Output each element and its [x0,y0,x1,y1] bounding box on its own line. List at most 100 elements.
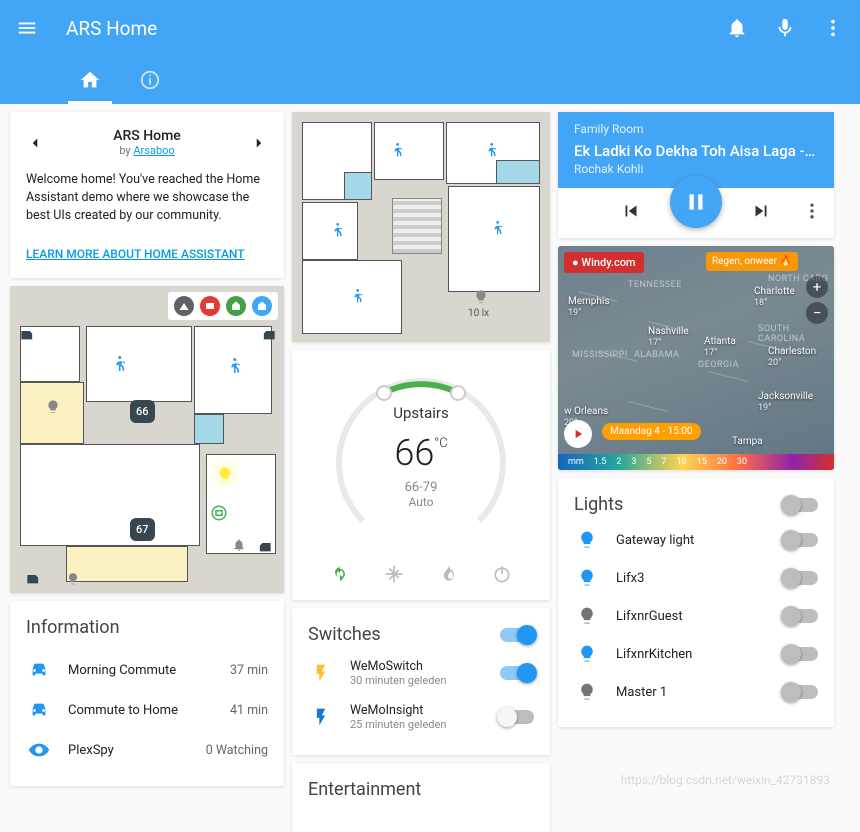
map-city: Charlotte18° [754,286,795,309]
floorplan-upper-card[interactable]: 10 lx [292,112,550,342]
flash-icon [308,663,334,683]
info-row: PlexSpy 0 Watching [26,730,268,770]
info-label: PlexSpy [68,743,190,758]
prev-track-icon[interactable] [620,200,642,226]
light-toggle[interactable] [784,609,818,623]
switch-sub: 30 minuten geleden [350,674,484,687]
zoom-in-icon[interactable]: + [806,276,828,298]
badge-mountain-icon[interactable] [174,296,194,316]
floorplan-lower-card[interactable]: 66 67 [10,286,284,593]
light-row: Master 1 [574,673,818,711]
light-row: Gateway light [574,521,818,559]
windy-time-chip[interactable]: Maandag 4 - 15:00 [602,423,701,440]
lux-label: 10 lx [468,308,489,319]
next-track-icon[interactable] [750,200,772,226]
thermostat-card[interactable]: Upstairs 66°C 66-79 Auto [292,350,550,600]
stairs [392,198,442,254]
car-icon [26,659,52,681]
switch-name: WeMoInsight [350,703,484,718]
hvac-cool-icon[interactable] [384,564,404,588]
chevron-right-icon[interactable] [250,134,268,152]
windy-play-icon[interactable] [564,420,592,448]
more-icon[interactable] [822,17,844,39]
light-toggle[interactable] [784,685,818,699]
camera-icon-2[interactable] [258,326,278,346]
app-bar: ARS Home [0,0,860,56]
light-toggle[interactable] [784,571,818,585]
bulb-grey-icon-2[interactable] [64,570,82,588]
thermo-zone: Upstairs [326,404,516,422]
switch-all-toggle[interactable] [500,628,534,642]
switch-sub: 25 minuten geleden [350,718,484,731]
bell-icon[interactable] [726,17,748,39]
entertainment-card: Entertainment [292,763,550,832]
info-value: 37 min [230,663,268,678]
switch-toggle[interactable] [500,666,534,680]
tab-home[interactable] [60,56,120,104]
entertainment-title: Entertainment [308,779,534,800]
light-toggle[interactable] [784,647,818,661]
map-state: TENNESSEE [628,280,682,290]
windy-card[interactable]: TENNESSEENORTH CAROSOUTH CAROLINAALABAMA… [558,246,834,470]
switches-title: Switches [308,624,381,645]
hvac-off-icon[interactable] [492,564,512,588]
bulb-grey-icon[interactable] [472,288,490,306]
light-row: LifxnrGuest [574,597,818,635]
main-grid: ARS Home by Arsaboo Welcome home! You've… [0,104,860,832]
lightbulb-icon [574,606,600,626]
info-title: Information [26,617,268,638]
windy-layer-pill[interactable]: Regen, onweer 🔥 [706,252,798,271]
bulb-grey-icon[interactable] [44,398,62,416]
hvac-auto-icon[interactable] [330,564,350,588]
lightbulb-icon [574,530,600,550]
intro-title: ARS Home [113,128,181,144]
camera-icon-4[interactable] [254,538,274,558]
chevron-left-icon[interactable] [26,134,44,152]
lights-card: Lights Gateway lightLifx3LifxnrGuestLifx… [558,478,834,727]
media-more-icon[interactable] [802,201,822,225]
zoom-out-icon[interactable]: − [806,302,828,324]
windy-brand: ● Windy.com [564,252,644,273]
camera-icon[interactable] [18,326,38,346]
switch-toggle[interactable] [500,710,534,724]
motion-icon [482,142,500,160]
watermark: https://blog.csdn.net/weixin_42731893 [621,773,830,787]
cast-icon[interactable] [210,504,228,522]
intro-card: ARS Home by Arsaboo Welcome home! You've… [10,112,284,278]
thermostat-pill-1[interactable]: 66 [130,400,155,423]
badge-home2-icon[interactable] [252,296,272,316]
pause-button[interactable] [670,176,722,228]
light-label: Gateway light [616,533,768,548]
media-room: Family Room [574,122,818,136]
flash-icon [308,707,334,727]
mic-icon[interactable] [774,17,796,39]
info-label: Morning Commute [68,663,214,678]
light-label: LifxnrKitchen [616,647,768,662]
menu-icon[interactable] [16,17,38,39]
camera-icon-3[interactable] [24,570,44,590]
car-icon [26,699,52,721]
map-state: ALABAMA [634,350,679,360]
bulb-icon[interactable] [216,466,234,484]
bell-sm-icon[interactable] [230,536,248,554]
thermostat-pill-2[interactable]: 67 [130,518,155,541]
badge-home-icon[interactable] [226,296,246,316]
lights-all-toggle[interactable] [784,498,818,512]
info-label: Commute to Home [68,703,214,718]
intro-author-link[interactable]: Arsaboo [133,144,174,157]
light-label: Master 1 [616,685,768,700]
information-card: Information Morning Commute 37 min Commu… [10,601,284,786]
map-state: SOUTH CAROLINA [758,324,834,344]
map-city: Tampa [732,436,763,447]
map-state: MISSISSIPPI [572,350,628,360]
media-artist: Rochak Kohli [574,162,818,176]
info-value: 0 Watching [206,743,268,758]
learn-more-link[interactable]: LEARN MORE ABOUT HOME ASSISTANT [26,247,245,261]
hvac-heat-icon[interactable] [438,564,458,588]
tab-strip [0,56,860,104]
switch-row: WeMoInsight25 minuten geleden [308,695,534,739]
badge-tv-icon[interactable] [200,296,220,316]
eye-icon [26,739,52,761]
light-toggle[interactable] [784,533,818,547]
tab-info[interactable] [120,56,180,104]
